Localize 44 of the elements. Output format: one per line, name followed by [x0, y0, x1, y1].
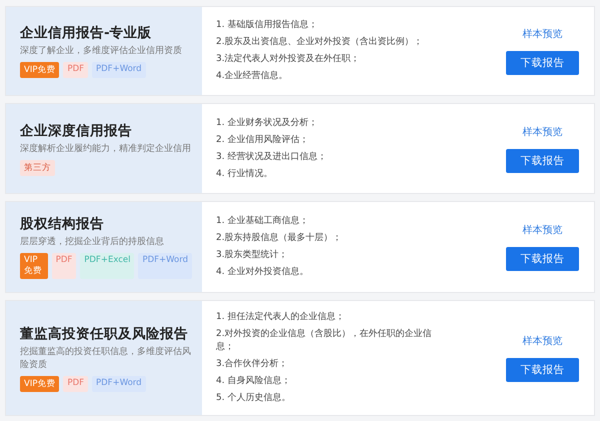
report-title: 董监高投资任职及风险报告 [20, 324, 189, 342]
feature-item: 4. 企业对外投资信息。 [216, 266, 310, 279]
feature-item: 5. 个人历史信息。 [216, 392, 292, 405]
format-tag: PDF [63, 62, 88, 78]
feature-item: 4. 行业情况。 [216, 168, 274, 180]
report-title: 股权结构报告 [20, 215, 105, 233]
format-tag: PDF+Excel [80, 253, 134, 279]
feature-item: 1. 基础版信用报告信息； [216, 19, 318, 32]
report-subtitle: 深度解析企业履约能力，精准判定企业信用 [20, 142, 192, 156]
preview-link[interactable]: 样本预览 [506, 223, 579, 237]
format-tag: PDF+Word [92, 376, 146, 392]
feature-item: 3.合作伙伴分析； [216, 358, 289, 371]
feature-item: 2.股东持股信息（最多十层）； [216, 232, 343, 245]
feature-item: 2.股东及出资信息、企业对外投资（含出资比例）； [216, 36, 424, 49]
report-subtitle: 挖掘董监高的投资任职信息，多维度评估风险资质 [20, 346, 192, 372]
feature-item: 1. 企业财务状况及分析； [216, 116, 318, 130]
preview-link[interactable]: 样本预览 [506, 27, 579, 41]
feature-item: 3.股东类型统计； [216, 249, 289, 262]
feature-item: 2. 企业信用风险评估； [216, 134, 310, 146]
download-button[interactable]: 下载报告 [506, 247, 579, 271]
format-tag: VIP免费 [20, 376, 60, 392]
format-tag: PDF+Word [92, 62, 146, 78]
report-subtitle: 深度了解企业，多维度评估企业信用资质 [20, 45, 183, 58]
feature-item: 3.法定代表人对外投资及在外任职； [216, 53, 361, 66]
preview-link[interactable]: 样本预览 [506, 124, 579, 138]
report-title: 企业信用报告-专业版 [20, 24, 153, 42]
format-tag: VIP免费 [20, 62, 60, 78]
format-tag: PDF [63, 376, 88, 392]
feature-item: 1. 企业基础工商信息； [216, 215, 310, 228]
format-tag: PDF+Word [138, 253, 192, 279]
report-subtitle: 层层穿透，挖掘企业背后的持股信息 [20, 236, 165, 249]
feature-item: 4. 自身风险信息； [216, 375, 292, 388]
format-tag: VIP免费 [20, 253, 48, 279]
download-button[interactable]: 下载报告 [506, 148, 579, 172]
report-title: 企业深度信用报告 [20, 122, 133, 140]
format-tag: PDF [52, 253, 76, 279]
preview-link[interactable]: 样本预览 [506, 334, 579, 348]
feature-item: 4.企业经营信息。 [216, 70, 289, 83]
download-button[interactable]: 下载报告 [506, 358, 579, 382]
feature-item: 3. 经营状况及进出口信息； [216, 150, 328, 164]
feature-item: 2.对外投资的企业信息（含股比），在外任职的企业信息； [216, 328, 433, 354]
download-button[interactable]: 下载报告 [506, 51, 579, 75]
format-tag: 第三方 [20, 160, 55, 176]
feature-item: 1. 担任法定代表人的企业信息； [216, 311, 346, 324]
